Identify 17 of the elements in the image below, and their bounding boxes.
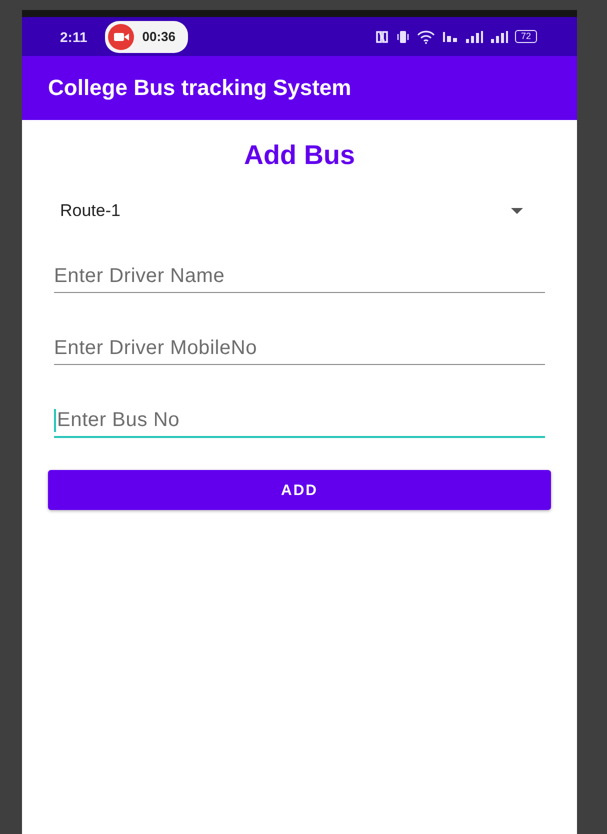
battery-level: 72 — [514, 30, 537, 43]
recording-timer: 00:36 — [142, 29, 176, 44]
wifi-icon — [416, 30, 435, 44]
dropdown-caret-icon — [511, 208, 523, 214]
input-field[interactable]: Enter Driver Name — [54, 265, 545, 288]
input-field[interactable]: Enter Bus No — [54, 409, 545, 432]
status-time: 2:11 — [60, 28, 88, 44]
signal-icon — [490, 30, 508, 44]
input-field[interactable]: Enter Driver MobileNo — [54, 337, 545, 360]
add-button[interactable]: ADD — [48, 470, 551, 510]
recording-indicator[interactable]: 00:36 — [105, 20, 188, 52]
video-camera-icon — [108, 24, 134, 50]
signal-icon — [464, 30, 483, 44]
route-dropdown[interactable]: Route-1 — [48, 193, 551, 229]
page-heading: Add Bus — [243, 140, 356, 171]
app-title: College Bus tracking System — [48, 75, 352, 101]
vibrate-icon — [396, 30, 410, 44]
